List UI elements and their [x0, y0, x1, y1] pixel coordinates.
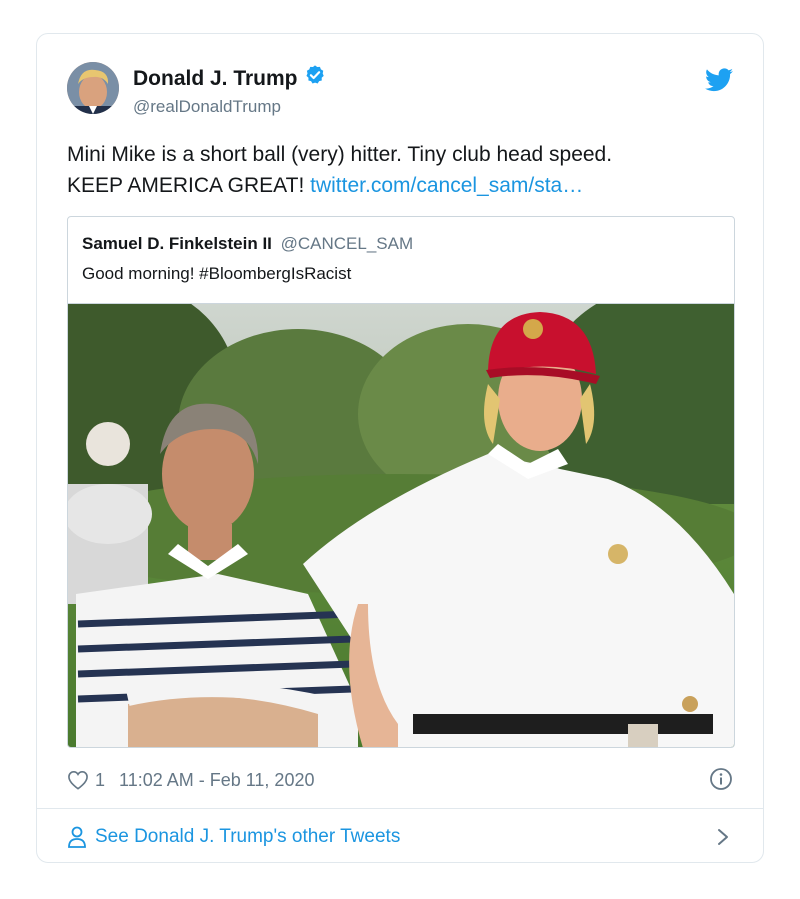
footer-divider [37, 808, 763, 809]
twitter-bird-icon[interactable] [705, 68, 733, 92]
tweet-meta: 1 11:02 AM - Feb 11, 2020 [67, 767, 733, 793]
author-handle[interactable]: @realDonaldTrump [133, 95, 326, 119]
chevron-right-icon [717, 828, 729, 846]
person-icon [67, 826, 87, 848]
info-icon[interactable] [709, 767, 733, 791]
quoted-tweet-photo[interactable] [68, 303, 734, 747]
see-other-tweets-link[interactable]: See Donald J. Trump's other Tweets [67, 822, 733, 852]
tweet-timestamp[interactable]: 11:02 AM - Feb 11, 2020 [119, 770, 314, 791]
see-other-tweets-label: See Donald J. Trump's other Tweets [95, 826, 401, 847]
quoted-tweet[interactable]: Samuel D. Finkelstein II @CANCEL_SAM Goo… [67, 216, 735, 748]
avatar[interactable] [67, 62, 119, 114]
tweet-text: Mini Mike is a short ball (very) hitter.… [67, 139, 735, 201]
tweet-text-line-1: Mini Mike is a short ball (very) hitter.… [67, 143, 613, 166]
verified-badge-icon [304, 64, 326, 93]
author-display-name[interactable]: Donald J. Trump [133, 66, 298, 92]
author-names: Donald J. Trump @realDonaldTrump [133, 64, 326, 119]
quoted-author-name: Samuel D. Finkelstein II [82, 234, 272, 253]
heart-icon[interactable] [67, 770, 89, 790]
embedded-tweet-card: Donald J. Trump @realDonaldTrump Mini Mi… [36, 33, 764, 863]
tweet-link[interactable]: twitter.com/cancel_sam/sta… [310, 174, 583, 197]
tweet-header: Donald J. Trump @realDonaldTrump [67, 62, 733, 118]
quoted-author-handle: @CANCEL_SAM [280, 234, 414, 253]
quoted-tweet-text: Good morning! #BloombergIsRacist [82, 264, 352, 283]
quoted-tweet-header: Samuel D. Finkelstein II @CANCEL_SAM [82, 233, 413, 255]
like-count[interactable]: 1 [95, 770, 105, 791]
tweet-text-line-2: KEEP AMERICA GREAT! [67, 174, 305, 197]
